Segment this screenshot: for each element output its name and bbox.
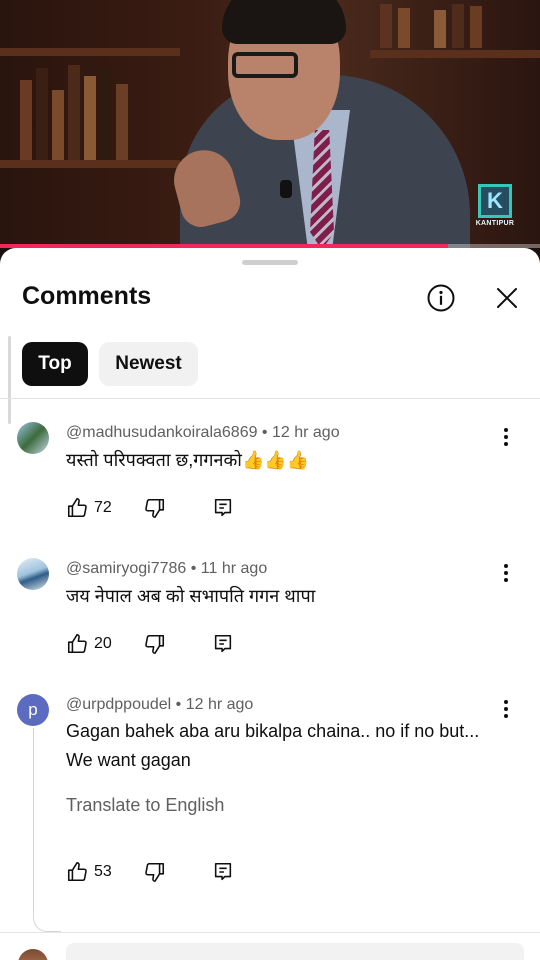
sheet-title: Comments (22, 282, 152, 310)
like-button[interactable]: 53 (66, 861, 112, 883)
comment-actions: 72 (66, 496, 234, 520)
avatar-letter: p (28, 700, 38, 719)
bookshelf (370, 50, 540, 58)
comment-item: @samiryogi7786 • 11 hr ago जय नेपाल अब क… (0, 556, 540, 666)
reply-icon (214, 862, 231, 881)
comment-text: Gagan bahek aba aru bikalpa chaina.. no … (66, 721, 480, 770)
dislike-button[interactable] (144, 633, 166, 655)
thumbs-down-icon (145, 498, 164, 518)
reply-button[interactable] (212, 497, 234, 519)
bookshelf (0, 48, 180, 56)
channel-logo: K KANTIPUR (473, 184, 517, 232)
thumbs-up-icon (67, 634, 87, 654)
info-button[interactable] (421, 278, 461, 318)
reply-button[interactable] (212, 633, 234, 655)
comments-sheet: Comments Top Newest @madhusudankoirala68… (0, 248, 540, 960)
translate-link[interactable]: Translate to English (66, 795, 224, 816)
reply-icon (214, 634, 231, 653)
add-comment-input[interactable] (66, 943, 524, 960)
chip-scroll-indicator (8, 336, 11, 424)
lapel-mic (280, 180, 292, 198)
comment-actions: 20 (66, 632, 234, 656)
channel-logo-icon: K (478, 184, 512, 218)
user-avatar (18, 949, 48, 960)
comment-meta: @samiryogi7786 • 11 hr ago (66, 560, 268, 577)
close-button[interactable] (487, 278, 527, 318)
avatar[interactable] (17, 422, 49, 454)
thread-line (33, 728, 61, 932)
books (380, 0, 530, 48)
like-count: 72 (94, 499, 112, 516)
comment-meta: @urpdppoudel • 12 hr ago (66, 696, 254, 713)
avatar[interactable]: p (17, 694, 49, 726)
comment-item: p @urpdppoudel • 12 hr ago Gagan bahek a… (0, 692, 540, 932)
thumbs-down-icon (145, 862, 164, 882)
thumbs-up-icon (67, 862, 87, 882)
more-vert-icon (504, 700, 508, 718)
like-button[interactable]: 20 (66, 633, 112, 655)
dislike-button[interactable] (144, 861, 166, 883)
header-divider (0, 398, 540, 399)
dislike-button[interactable] (144, 497, 166, 519)
thumbs-up-icon (67, 498, 87, 518)
more-vert-icon (504, 564, 508, 582)
books (20, 60, 170, 160)
filter-chip-top[interactable]: Top (22, 342, 88, 386)
comment-actions: 53 (66, 860, 234, 884)
reply-icon (214, 498, 231, 517)
avatar[interactable] (17, 558, 49, 590)
like-count: 20 (94, 635, 112, 652)
presenter-hair (222, 0, 346, 44)
thumbs-down-icon (145, 634, 164, 654)
comment-text: यस्तो परिपक्वता छ,गगनको👍👍👍 (66, 450, 310, 470)
video-player[interactable]: K KANTIPUR (0, 0, 540, 248)
more-options-button[interactable] (494, 561, 518, 585)
comment-meta: @madhusudankoirala6869 • 12 hr ago (66, 424, 340, 441)
channel-logo-text: KANTIPUR (475, 220, 515, 227)
comment-item: @madhusudankoirala6869 • 12 hr ago यस्तो… (0, 420, 540, 530)
more-vert-icon (504, 428, 508, 446)
more-options-button[interactable] (494, 697, 518, 721)
more-options-button[interactable] (494, 425, 518, 449)
info-icon (427, 284, 455, 312)
like-count: 53 (94, 863, 112, 880)
drag-handle[interactable] (242, 260, 298, 265)
add-comment-bar (0, 932, 540, 960)
bookshelf (0, 160, 180, 168)
comment-text: जय नेपाल अब को सभापति गगन थापा (66, 586, 316, 606)
close-icon (497, 288, 517, 308)
reply-button[interactable] (212, 861, 234, 883)
filter-chip-newest[interactable]: Newest (99, 342, 198, 386)
presenter-glasses (232, 52, 298, 78)
like-button[interactable]: 72 (66, 497, 112, 519)
